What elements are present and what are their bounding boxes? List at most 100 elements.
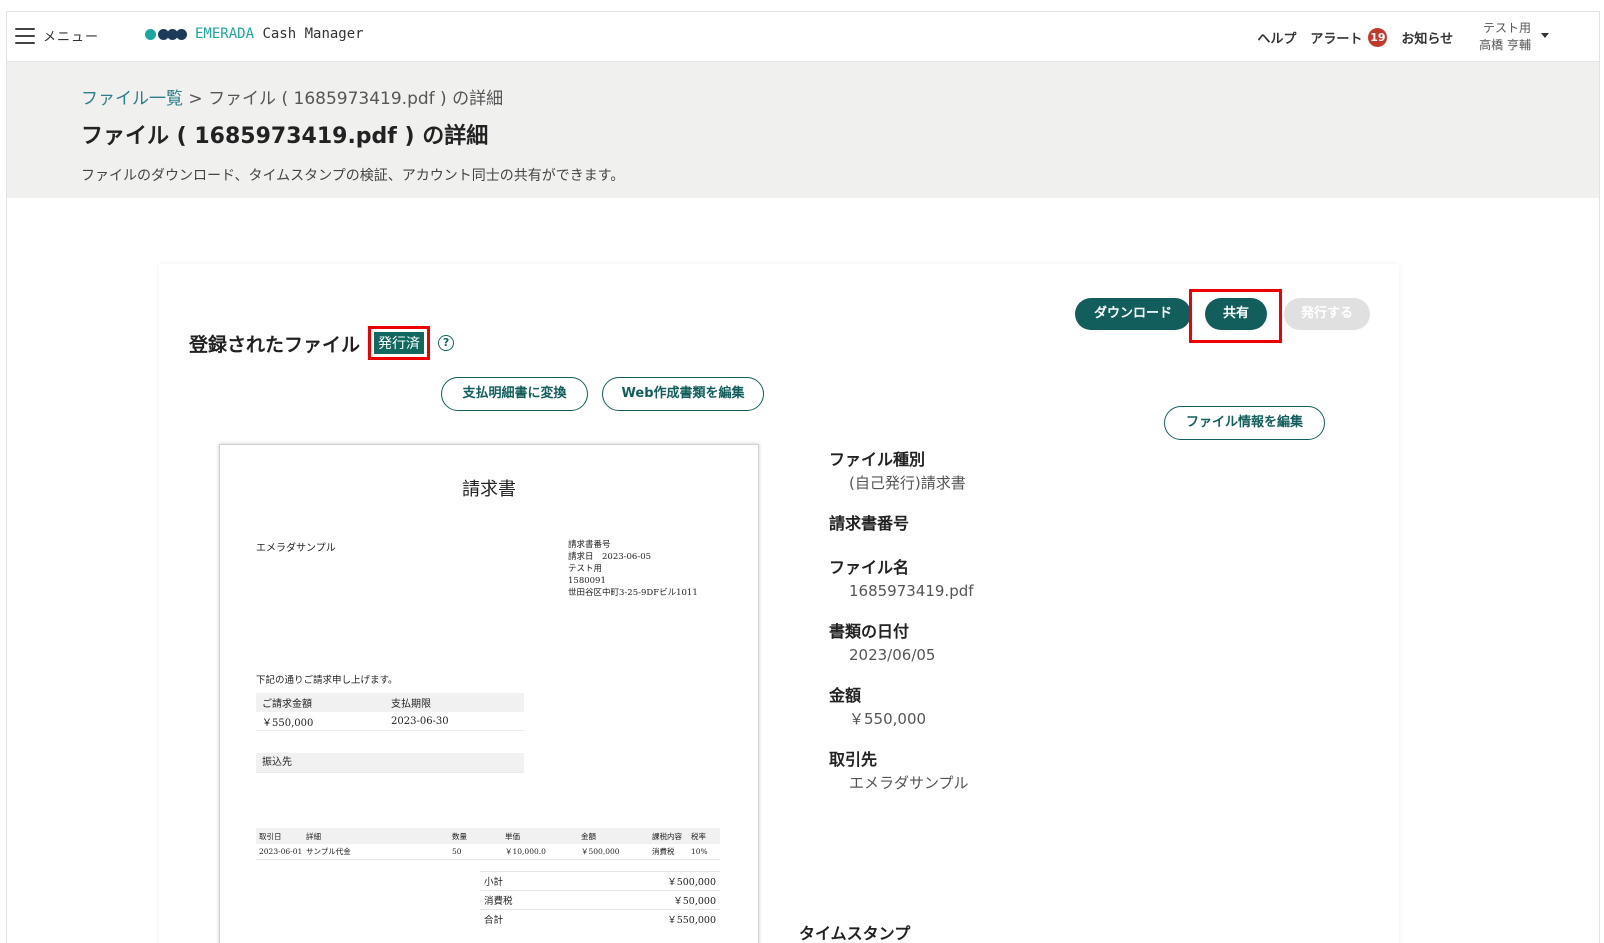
items-cell: サンプル代金 — [306, 847, 351, 856]
hamburger-icon — [15, 27, 35, 44]
file-detail-card: 登録されたファイル 発行済 ? ダウンロード 共有 発行する 支払明細書に変換 … — [159, 264, 1399, 943]
registered-file-heading: 登録されたファイル — [189, 333, 361, 356]
status-badge: 発行済 — [374, 332, 425, 354]
file-name-value: 1685973419.pdf — [849, 582, 974, 600]
items-cell: 10% — [691, 847, 708, 856]
doc-summary-table: ご請求金額 支払期限 ￥550,000 2023-06-30 — [256, 693, 524, 731]
file-type-item: ファイル種別 (自己発行)請求書 — [829, 449, 974, 495]
section-title: 登録されたファイル 発行済 ? — [189, 326, 455, 360]
doc-totals: 小計 ￥500,000 消費税 ￥50,000 合計 ￥550,000 — [480, 871, 720, 928]
document-date-label: 書類の日付 — [829, 622, 910, 641]
invoice-number-item: 請求書番号 — [829, 513, 974, 535]
app-window: メニュー EMERADA Cash Manager ヘルプ アラート 19 お知… — [6, 11, 1600, 943]
doc-meta-line: 世田谷区中町3-25-9DFビル1011 — [568, 588, 698, 598]
page-title: ファイル ( 1685973419.pdf ) の詳細 — [81, 124, 489, 149]
totals-row: 小計 ￥500,000 — [480, 871, 720, 890]
user-name: 高橋 亨輔 — [1479, 38, 1531, 52]
brand-accent: EMERADA — [195, 26, 255, 42]
items-cell: 消費税 — [652, 847, 675, 856]
doc-meta: 請求書番号 請求日 2023-06-05 テスト用 1580091 世田谷区中町… — [568, 539, 698, 599]
download-button[interactable]: ダウンロード — [1075, 298, 1191, 330]
items-cell: ￥10,000.0 — [505, 847, 546, 856]
summary-value: 2023-06-30 — [391, 715, 449, 727]
doc-meta-line: 1580091 — [568, 576, 606, 586]
totals-row: 合計 ￥550,000 — [480, 909, 720, 928]
share-button[interactable]: 共有 — [1205, 298, 1267, 330]
caret-down-icon — [1541, 32, 1549, 38]
doc-meta-line: 請求日 2023-06-05 — [568, 552, 652, 562]
doc-meta-line: 請求書番号 — [568, 540, 611, 550]
brand-name: EMERADA Cash Manager — [195, 26, 364, 42]
doc-intro: 下記の通りご請求申し上げます。 — [256, 675, 398, 686]
timestamp-label: タイムスタンプ — [799, 924, 911, 943]
nav-right: ヘルプ アラート 19 お知らせ テスト用 高橋 亨輔 — [1257, 12, 1549, 62]
totals-label: 消費税 — [484, 896, 513, 907]
edit-file-info-button[interactable]: ファイル情報を編集 — [1164, 406, 1325, 440]
bank-label: 振込先 — [256, 753, 524, 773]
page-header: ファイル一覧 > ファイル ( 1685973419.pdf ) の詳細 ファイ… — [7, 62, 1599, 198]
help-icon[interactable]: ? — [438, 335, 455, 351]
items-header: 数量 — [452, 831, 467, 841]
totals-label: 小計 — [484, 877, 504, 888]
doc-title: 請求書 — [462, 479, 516, 500]
news-link[interactable]: お知らせ — [1401, 28, 1453, 47]
file-name-item: ファイル名 1685973419.pdf — [829, 557, 974, 603]
alert-link[interactable]: アラート 19 — [1310, 27, 1388, 47]
page-description: ファイルのダウンロード、タイムスタンプの検証、アカウント同士の共有ができます。 — [81, 168, 625, 184]
file-type-label: ファイル種別 — [829, 450, 926, 469]
doc-meta-line: テスト用 — [568, 564, 603, 574]
document-preview: 請求書 エメラダサンプル 請求書番号 請求日 2023-06-05 テスト用 1… — [219, 444, 759, 943]
totals-row: 消費税 ￥50,000 — [480, 890, 720, 909]
partner-value: エメラダサンプル — [849, 774, 969, 792]
totals-value: ￥550,000 — [667, 915, 716, 926]
summary-header: 支払期限 — [391, 699, 431, 710]
amount-item: 金額 ￥550,000 — [829, 685, 974, 731]
alert-count-badge: 19 — [1368, 27, 1388, 47]
items-header: 金額 — [581, 831, 596, 841]
doc-sender: エメラダサンプル — [256, 543, 336, 554]
alert-label: アラート — [1310, 31, 1363, 47]
breadcrumb-current: ファイル ( 1685973419.pdf ) の詳細 — [208, 89, 504, 109]
edit-web-document-button[interactable]: Web作成書類を編集 — [602, 377, 764, 411]
menu-label: メニュー — [43, 30, 100, 45]
logo-dots-icon — [145, 28, 187, 40]
breadcrumb-separator: > — [183, 89, 209, 109]
issue-button[interactable]: 発行する — [1284, 298, 1370, 330]
amount-value: ￥550,000 — [849, 710, 927, 728]
convert-to-payment-button[interactable]: 支払明細書に変換 — [441, 377, 588, 411]
partner-label: 取引先 — [829, 750, 878, 769]
status-highlight: 発行済 — [368, 326, 431, 360]
menu-button[interactable]: メニュー — [15, 26, 99, 45]
items-cell: ￥500,000 — [581, 847, 620, 856]
invoice-number-label: 請求書番号 — [829, 514, 910, 533]
top-navbar: メニュー EMERADA Cash Manager ヘルプ アラート 19 お知… — [7, 12, 1599, 62]
file-info: ファイル種別 (自己発行)請求書 請求書番号 ファイル名 1685973419.… — [829, 449, 974, 813]
breadcrumb: ファイル一覧 > ファイル ( 1685973419.pdf ) の詳細 — [81, 84, 503, 109]
document-date-item: 書類の日付 2023/06/05 — [829, 621, 974, 667]
breadcrumb-file-list-link[interactable]: ファイル一覧 — [81, 89, 183, 109]
summary-header: ご請求金額 — [262, 699, 312, 710]
totals-value: ￥500,000 — [667, 877, 716, 888]
summary-value: ￥550,000 — [262, 717, 314, 729]
file-name-label: ファイル名 — [829, 558, 910, 577]
totals-value: ￥50,000 — [673, 896, 716, 907]
partner-item: 取引先 エメラダサンプル — [829, 749, 974, 795]
brand-logo[interactable]: EMERADA Cash Manager — [145, 26, 364, 42]
user-menu[interactable]: テスト用 高橋 亨輔 — [1479, 20, 1549, 54]
items-cell: 2023-06-01 — [259, 847, 303, 856]
doc-items-table: 取引日 詳細 数量 単価 金額 課税内容 税率 2023-06-01 サンプル代… — [256, 828, 720, 860]
brand-rest: Cash Manager — [254, 26, 364, 42]
items-header: 単価 — [505, 831, 520, 841]
items-header: 取引日 — [259, 831, 282, 841]
document-date-value: 2023/06/05 — [849, 646, 936, 664]
help-link[interactable]: ヘルプ — [1257, 28, 1296, 47]
items-header: 詳細 — [306, 831, 321, 841]
user-org: テスト用 — [1482, 21, 1531, 35]
items-row: 2023-06-01 サンプル代金 50 ￥10,000.0 ￥500,000 … — [256, 844, 720, 860]
items-header: 税率 — [691, 831, 706, 841]
items-header: 課税内容 — [652, 831, 682, 841]
file-type-value: (自己発行)請求書 — [849, 474, 966, 492]
items-cell: 50 — [452, 847, 462, 856]
totals-label: 合計 — [484, 915, 504, 926]
amount-label: 金額 — [829, 686, 862, 705]
